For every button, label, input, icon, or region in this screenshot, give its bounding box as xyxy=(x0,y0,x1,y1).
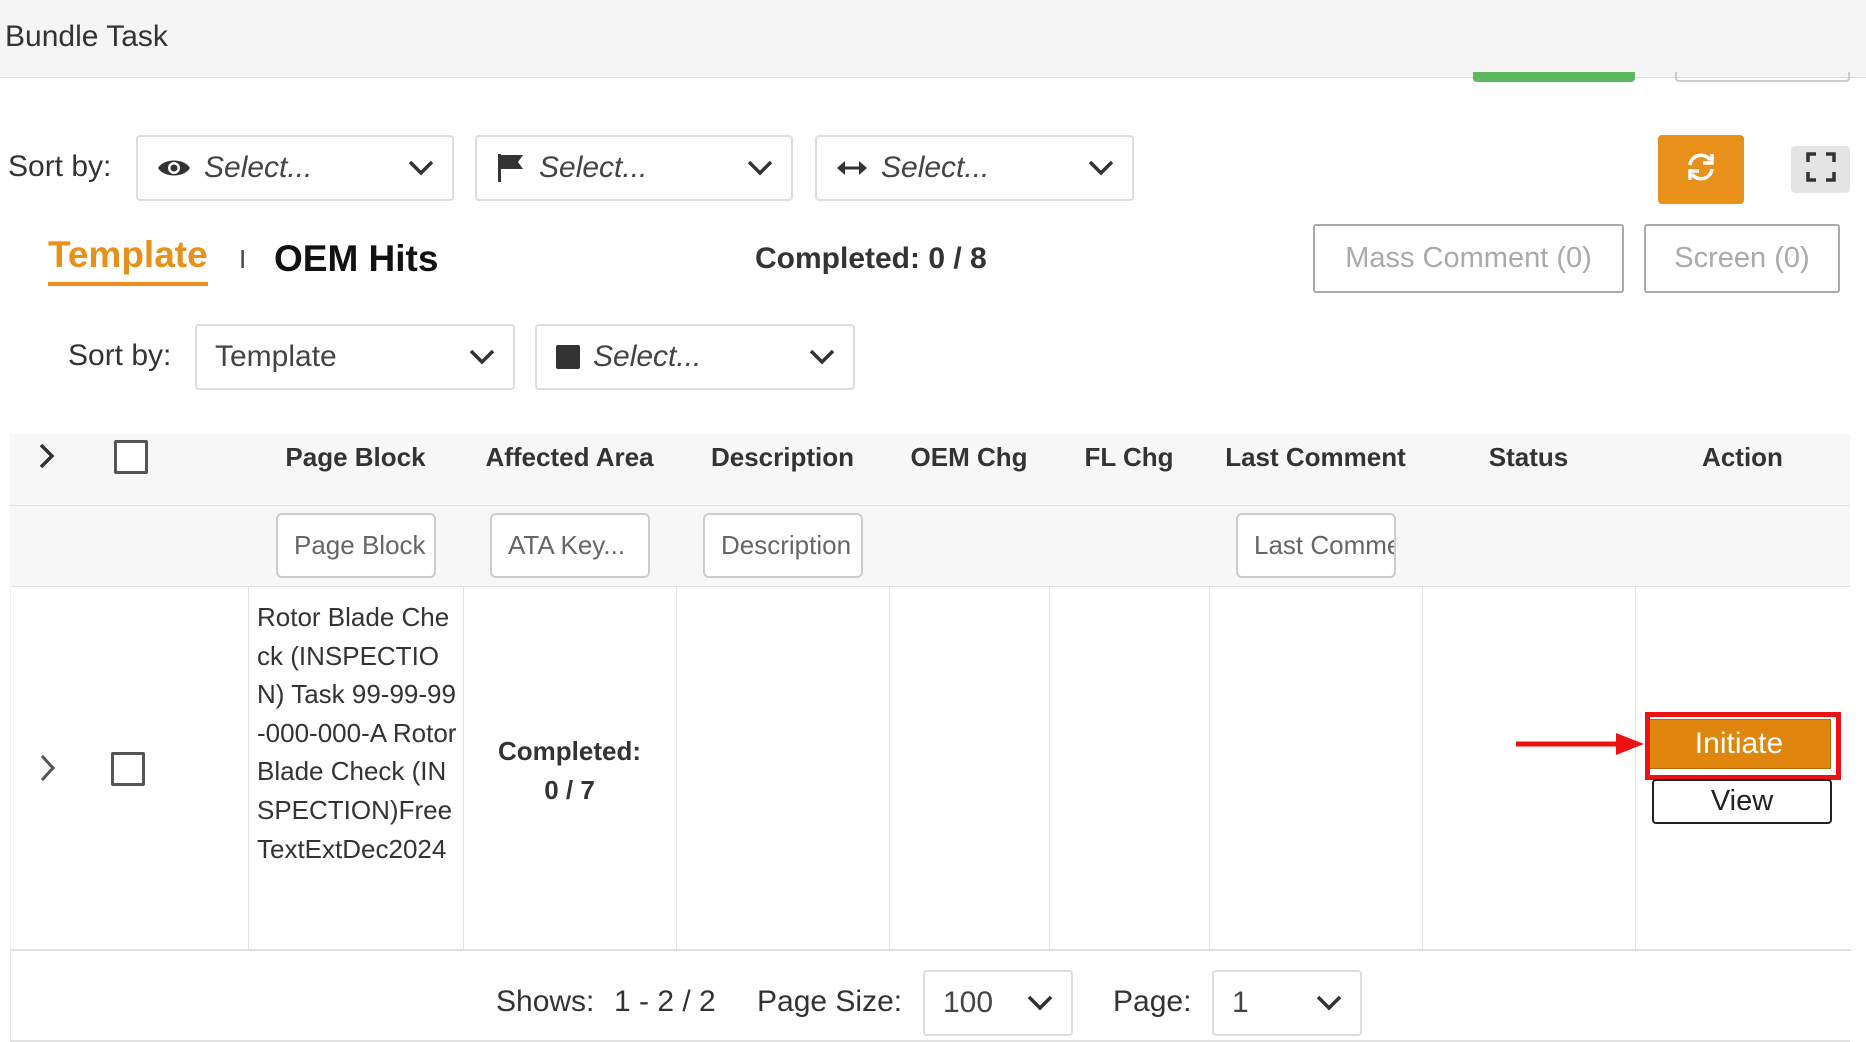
affected-area-cell: Completed: 0 / 7 xyxy=(498,736,641,805)
chevron-down-icon xyxy=(747,160,773,176)
page-header: Bundle Task xyxy=(0,0,1866,78)
completed-summary: Completed: 0 / 8 xyxy=(755,242,987,275)
table-border xyxy=(10,949,11,1042)
eye-icon xyxy=(156,156,192,180)
direction-select[interactable]: Select... xyxy=(815,135,1134,201)
chevron-down-icon xyxy=(1088,160,1114,176)
partial-outline-button[interactable] xyxy=(1675,72,1850,82)
chevron-down-icon xyxy=(1027,995,1053,1011)
sort-by-label-2: Sort by: xyxy=(68,339,172,372)
column-header-oem-chg[interactable]: OEM Chg xyxy=(889,442,1049,473)
mass-comment-button[interactable]: Mass Comment (0) xyxy=(1313,224,1624,293)
chevron-down-icon xyxy=(408,160,434,176)
fullscreen-icon xyxy=(1805,152,1836,187)
page-select[interactable]: 1 xyxy=(1212,970,1362,1036)
page-block-filter-input[interactable]: Page Block xyxy=(276,513,436,578)
horizontal-arrows-icon xyxy=(835,158,869,178)
column-header-affected-area[interactable]: Affected Area xyxy=(463,442,676,473)
page-label: Page: xyxy=(1113,985,1192,1018)
column-divider xyxy=(248,586,249,949)
view-button[interactable]: View xyxy=(1652,779,1832,824)
refresh-icon xyxy=(1684,150,1718,189)
refresh-button[interactable] xyxy=(1658,135,1744,204)
column-header-action: Action xyxy=(1702,442,1783,472)
flag-select[interactable]: Select... xyxy=(475,135,793,201)
description-filter-input[interactable]: Description xyxy=(703,513,863,578)
fullscreen-button[interactable] xyxy=(1791,146,1850,193)
highlight-box xyxy=(1645,712,1841,780)
tab-oem-hits[interactable]: OEM Hits xyxy=(274,238,438,280)
column-divider xyxy=(1049,586,1050,949)
column-divider xyxy=(1422,586,1423,949)
template-sort-select[interactable]: Template xyxy=(195,324,515,390)
row-checkbox[interactable] xyxy=(111,752,145,786)
chevron-down-icon xyxy=(809,349,835,365)
flag-icon xyxy=(495,152,527,184)
expand-all-icon[interactable] xyxy=(38,442,56,475)
expand-row-icon[interactable] xyxy=(39,753,57,788)
column-divider xyxy=(676,586,677,949)
square-icon xyxy=(555,344,581,370)
column-divider xyxy=(1635,586,1636,949)
tab-separator: I xyxy=(239,244,247,274)
partial-green-button[interactable] xyxy=(1473,72,1635,82)
select-all-checkbox[interactable] xyxy=(114,440,148,474)
tab-template[interactable]: Template xyxy=(48,234,208,286)
last-comment-filter-input[interactable]: Last Comment xyxy=(1236,513,1396,578)
column-header-fl-chg[interactable]: FL Chg xyxy=(1049,442,1209,473)
status-color-select[interactable]: Select... xyxy=(535,324,855,390)
column-header-last-comment[interactable]: Last Comment xyxy=(1209,442,1422,473)
page-block-cell: Rotor Blade Check (INSPECTION) Task 99-9… xyxy=(257,602,457,864)
ata-key-filter-input[interactable]: ATA Key... xyxy=(490,513,650,578)
column-header-status[interactable]: Status xyxy=(1422,442,1635,473)
red-arrow-icon xyxy=(1512,729,1648,764)
shows-label: Shows: xyxy=(496,985,595,1018)
chevron-down-icon xyxy=(1316,995,1342,1011)
page-size-label: Page Size: xyxy=(757,985,903,1018)
visibility-select[interactable]: Select... xyxy=(136,135,454,201)
page-title: Bundle Task xyxy=(5,20,168,53)
column-divider xyxy=(1209,586,1210,949)
chevron-down-icon xyxy=(469,349,495,365)
column-header-description[interactable]: Description xyxy=(676,442,889,473)
page-size-select[interactable]: 100 xyxy=(923,970,1073,1036)
column-divider xyxy=(889,586,890,949)
sort-by-label: Sort by: xyxy=(8,150,112,183)
screen-button[interactable]: Screen (0) xyxy=(1644,224,1840,293)
column-header-page-block[interactable]: Page Block xyxy=(248,442,463,473)
shows-value: 1 - 2 / 2 xyxy=(614,985,716,1018)
